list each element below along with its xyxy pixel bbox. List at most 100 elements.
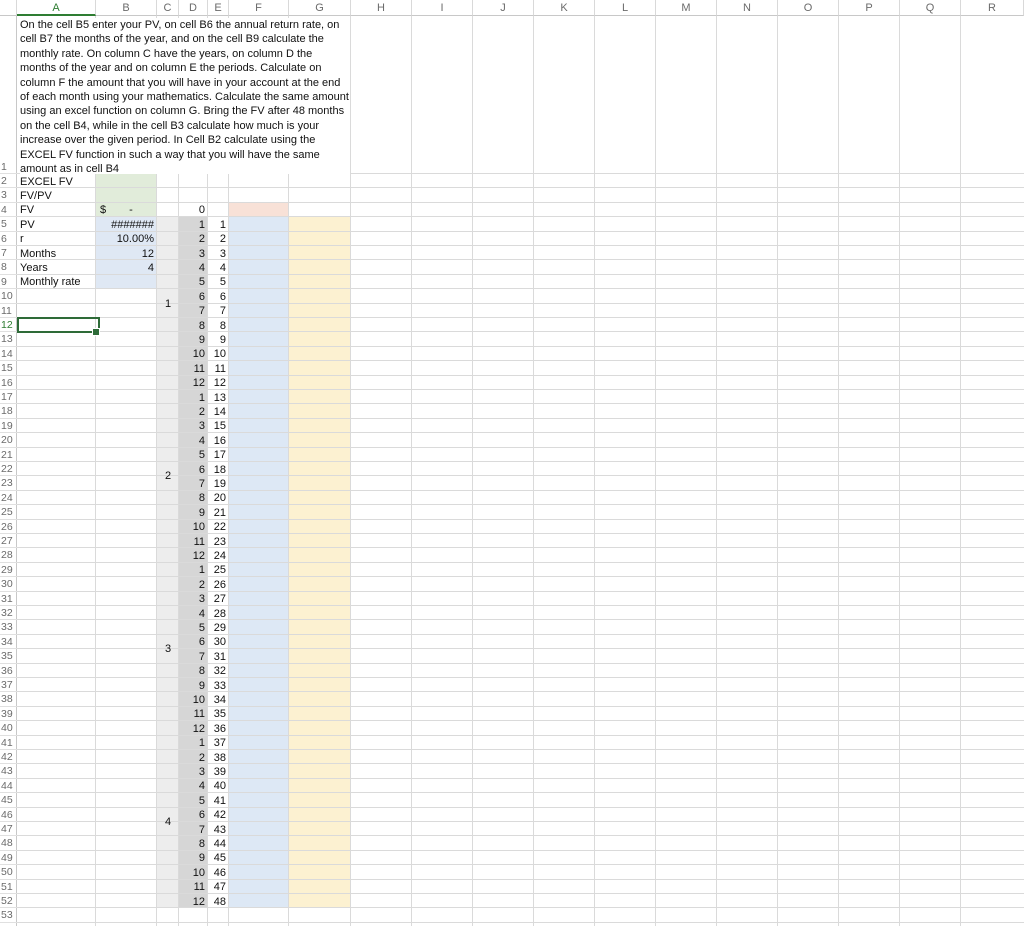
cell-month-r49[interactable]: 9 <box>179 851 205 865</box>
column-header-L[interactable]: L <box>595 0 656 16</box>
row-header-52[interactable]: 52 <box>0 894 17 909</box>
cell-period-r14[interactable]: 10 <box>208 347 226 361</box>
cell-month-r41[interactable]: 1 <box>179 736 205 750</box>
cell-a5[interactable]: PV <box>20 218 95 232</box>
row-header-51[interactable]: 51 <box>0 880 17 894</box>
cell-month-r19[interactable]: 3 <box>179 419 205 433</box>
cell-year-2[interactable]: 2 <box>157 469 179 483</box>
column-header-B[interactable]: B <box>96 0 157 16</box>
cell-b7[interactable]: 12 <box>96 247 154 261</box>
cell-month-r8[interactable]: 4 <box>179 261 205 275</box>
cell-period-r22[interactable]: 18 <box>208 463 226 477</box>
cell-month-r42[interactable]: 2 <box>179 751 205 765</box>
cell-period-r34[interactable]: 30 <box>208 635 226 649</box>
row-header-45[interactable]: 45 <box>0 793 17 808</box>
row-header-25[interactable]: 25 <box>0 505 17 520</box>
cell-month-r38[interactable]: 10 <box>179 693 205 707</box>
cell-period-r21[interactable]: 17 <box>208 448 226 462</box>
row-header-30[interactable]: 30 <box>0 577 17 592</box>
row-header-6[interactable]: 6 <box>0 232 17 246</box>
cell-month-r20[interactable]: 4 <box>179 434 205 448</box>
row-header-34[interactable]: 34 <box>0 635 17 650</box>
row-header-19[interactable]: 19 <box>0 419 17 434</box>
cell-month-r17[interactable]: 1 <box>179 391 205 405</box>
row-header-53[interactable]: 53 <box>0 908 17 923</box>
row-header-32[interactable]: 32 <box>0 606 17 621</box>
column-header-P[interactable]: P <box>839 0 900 16</box>
instructions-text-a1[interactable]: On the cell B5 enter your PV, on cell B6… <box>20 18 350 174</box>
cell-month-r15[interactable]: 11 <box>179 362 205 376</box>
cell-b5[interactable]: ####### <box>96 218 154 232</box>
cell-month-r37[interactable]: 9 <box>179 679 205 693</box>
cell-period-r6[interactable]: 2 <box>208 232 226 246</box>
row-header-22[interactable]: 22 <box>0 462 17 477</box>
column-header-C[interactable]: C <box>157 0 179 16</box>
cell-month-r44[interactable]: 4 <box>179 779 205 793</box>
cell-period-r7[interactable]: 3 <box>208 247 226 261</box>
cell-b4-value[interactable]: - <box>121 203 141 217</box>
cell-a4[interactable]: FV <box>20 203 95 217</box>
cell-period-r23[interactable]: 19 <box>208 477 226 491</box>
row-header-28[interactable]: 28 <box>0 548 17 563</box>
cell-month-r5[interactable]: 1 <box>179 218 205 232</box>
cell-month-r36[interactable]: 8 <box>179 664 205 678</box>
cell-b6[interactable]: 10.00% <box>96 232 154 246</box>
cell-period-r26[interactable]: 22 <box>208 520 226 534</box>
column-header-F[interactable]: F <box>229 0 289 16</box>
cell-period-r40[interactable]: 36 <box>208 722 226 736</box>
row-header-42[interactable]: 42 <box>0 750 17 765</box>
cell-a9[interactable]: Monthly rate <box>20 275 95 289</box>
cell-period-r13[interactable]: 9 <box>208 333 226 347</box>
cell-period-r9[interactable]: 5 <box>208 275 226 289</box>
column-header-J[interactable]: J <box>473 0 534 16</box>
row-header-10[interactable]: 10 <box>0 289 17 304</box>
cell-month-r18[interactable]: 2 <box>179 405 205 419</box>
cell-period-r43[interactable]: 39 <box>208 765 226 779</box>
cell-period-r32[interactable]: 28 <box>208 607 226 621</box>
cell-month-r45[interactable]: 5 <box>179 794 205 808</box>
column-header-R[interactable]: R <box>961 0 1024 16</box>
cell-period-r42[interactable]: 38 <box>208 751 226 765</box>
row-header-43[interactable]: 43 <box>0 764 17 779</box>
column-header-O[interactable]: O <box>778 0 839 16</box>
column-header-D[interactable]: D <box>179 0 208 16</box>
cell-period-r12[interactable]: 8 <box>208 319 226 333</box>
cell-month-r51[interactable]: 11 <box>179 880 205 894</box>
cell-month-r40[interactable]: 12 <box>179 722 205 736</box>
cell-period-r46[interactable]: 42 <box>208 808 226 822</box>
cell-month-r28[interactable]: 12 <box>179 549 205 563</box>
cell-period-r29[interactable]: 25 <box>208 563 226 577</box>
cell-month-r9[interactable]: 5 <box>179 275 205 289</box>
column-header-M[interactable]: M <box>656 0 717 16</box>
row-header-29[interactable]: 29 <box>0 563 17 578</box>
cell-period-r8[interactable]: 4 <box>208 261 226 275</box>
cell-period-r41[interactable]: 37 <box>208 736 226 750</box>
row-header-9[interactable]: 9 <box>0 275 17 290</box>
cell-period-r52[interactable]: 48 <box>208 895 226 909</box>
row-header-5[interactable]: 5 <box>0 217 17 232</box>
cell-a3[interactable]: FV/PV <box>20 189 95 203</box>
row-header-39[interactable]: 39 <box>0 707 17 722</box>
cell-period-r24[interactable]: 20 <box>208 491 226 505</box>
cell-period-r10[interactable]: 6 <box>208 290 226 304</box>
cell-period-r17[interactable]: 13 <box>208 391 226 405</box>
row-header-14[interactable]: 14 <box>0 347 17 362</box>
column-header-N[interactable]: N <box>717 0 778 16</box>
cell-a8[interactable]: Years <box>20 261 95 275</box>
cell-year-1[interactable]: 1 <box>157 297 179 311</box>
cell-month-r21[interactable]: 5 <box>179 448 205 462</box>
row-header-33[interactable]: 33 <box>0 620 17 635</box>
cell-month-r39[interactable]: 11 <box>179 707 205 721</box>
row-header-38[interactable]: 38 <box>0 692 17 707</box>
cell-d4[interactable]: 0 <box>179 203 205 217</box>
cell-period-r15[interactable]: 11 <box>208 362 226 376</box>
cell-year-3[interactable]: 3 <box>157 642 179 656</box>
cell-period-r45[interactable]: 41 <box>208 794 226 808</box>
row-header-20[interactable]: 20 <box>0 433 17 448</box>
row-header-8[interactable]: 8 <box>0 260 17 275</box>
cell-month-r12[interactable]: 8 <box>179 319 205 333</box>
cell-month-r14[interactable]: 10 <box>179 347 205 361</box>
row-header-40[interactable]: 40 <box>0 721 17 736</box>
column-header-H[interactable]: H <box>351 0 412 16</box>
cell-month-r32[interactable]: 4 <box>179 607 205 621</box>
